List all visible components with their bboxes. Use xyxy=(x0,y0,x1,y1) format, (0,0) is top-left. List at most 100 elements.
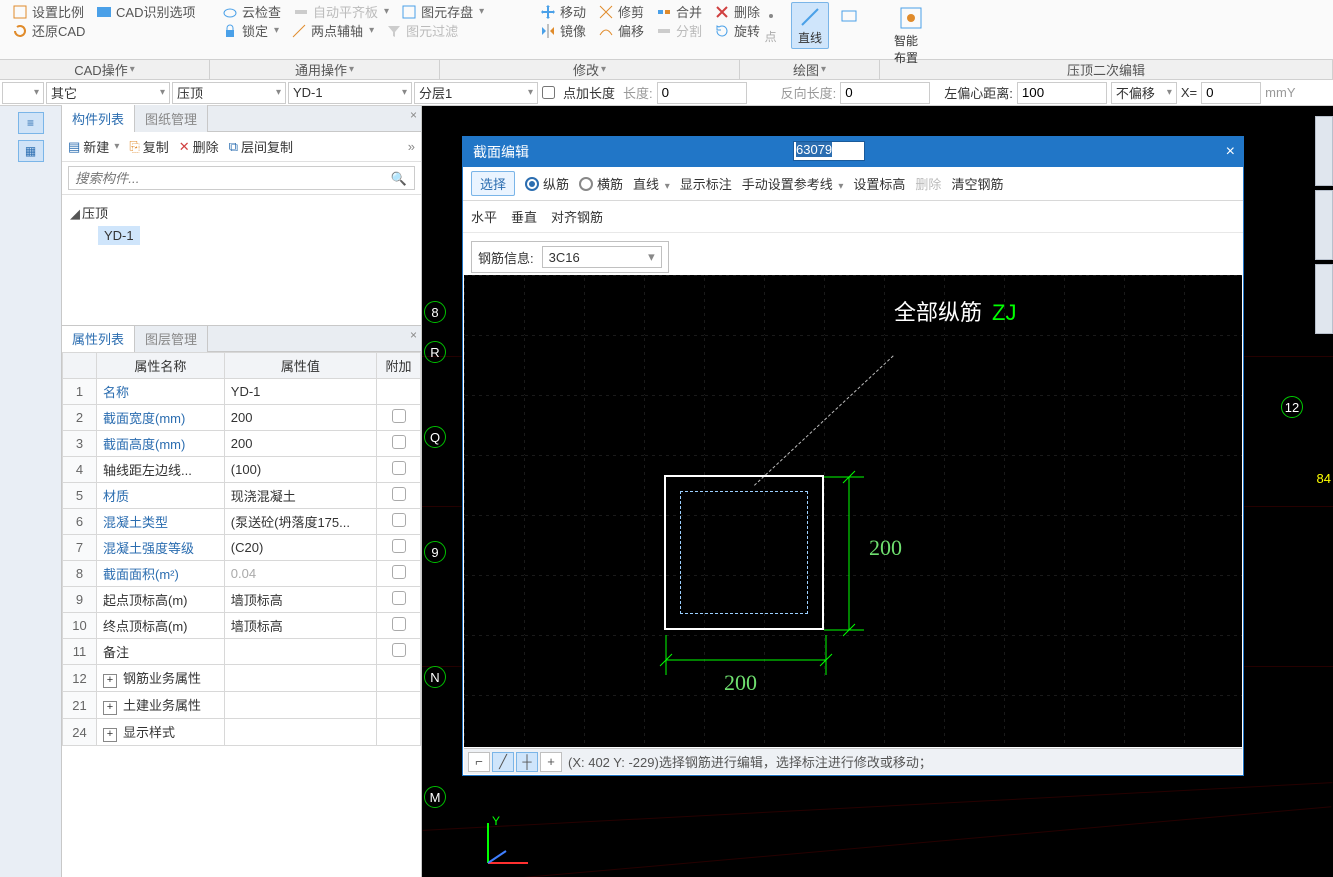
axis-marker-12: 12 xyxy=(1281,396,1303,418)
table-row[interactable]: 9起点顶标高(m)墙顶标高 xyxy=(63,587,421,613)
snap-btn-4[interactable]: + xyxy=(540,752,562,772)
tab-layer-mgmt[interactable]: 图层管理 xyxy=(135,325,208,352)
property-panel-header: 属性列表 图层管理 × xyxy=(62,326,421,352)
point-tool-button[interactable]: 点 xyxy=(752,2,789,49)
cad-options-button[interactable]: CAD识别选项 xyxy=(96,2,195,21)
param-dd-4[interactable]: YD-1 xyxy=(288,82,412,104)
section-canvas[interactable]: 全部纵筋ZJ 200 xyxy=(464,275,1242,747)
param-dd-5[interactable]: 分层1 xyxy=(414,82,538,104)
two-point-axis-button[interactable]: 两点辅轴▾ xyxy=(291,21,374,40)
more-button[interactable]: » xyxy=(408,139,415,154)
dialog-status-bar: ⌐ ╱ ┼ + (X: 402 Y: -229)选择钢筋进行编辑，选择标注进行修… xyxy=(464,748,1242,774)
dialog-titlebar[interactable]: 截面编辑 63079 × xyxy=(463,137,1243,167)
delete-component-button[interactable]: ✕删除 xyxy=(179,137,219,156)
set-scale-button[interactable]: 设置比例 xyxy=(12,2,84,21)
trim-button[interactable]: 修剪 xyxy=(598,2,644,21)
split-button: 分割 xyxy=(656,21,702,40)
tree-root[interactable]: 压顶 xyxy=(82,206,108,221)
x-input[interactable] xyxy=(1201,82,1261,104)
select-button[interactable]: 选择 xyxy=(471,171,515,196)
point-length-checkbox[interactable] xyxy=(542,86,555,99)
ref-line-button[interactable]: 手动设置参考线 ▾ xyxy=(742,174,844,193)
delete-rebar-button: 删除 xyxy=(915,174,941,193)
table-row[interactable]: 6混凝土类型(泵送砼(坍落度175... xyxy=(63,509,421,535)
longitudinal-radio[interactable]: 纵筋 xyxy=(525,174,569,193)
section-rectangle[interactable] xyxy=(664,475,824,630)
axis-marker-9: 9 xyxy=(424,541,446,563)
rotate-icon xyxy=(714,23,730,39)
dialog-close-button[interactable]: × xyxy=(1226,143,1235,161)
cloud-check-button[interactable]: 云检查 xyxy=(222,2,281,21)
snap-btn-1[interactable]: ⌐ xyxy=(468,752,490,772)
col-prop-name: 属性名称 xyxy=(97,353,225,379)
rebar-info-combo[interactable]: 3C16 xyxy=(542,246,662,268)
smart-layout-button[interactable]: 智能布置 xyxy=(892,2,930,68)
table-row[interactable]: 1名称YD-1 xyxy=(63,379,421,405)
table-row[interactable]: 21土建业务属性 xyxy=(63,692,421,719)
tab-property-list[interactable]: 属性列表 xyxy=(62,325,135,352)
component-tree[interactable]: ◢压顶 YD-1 xyxy=(62,195,421,325)
tab-component-list[interactable]: 构件列表 xyxy=(62,105,135,132)
param-dd-1[interactable] xyxy=(2,82,44,104)
snap-btn-3[interactable]: ┼ xyxy=(516,752,538,772)
line-dropdown[interactable]: 直线 ▾ xyxy=(633,174,670,193)
layer-copy-button[interactable]: ⧉层间复制 xyxy=(229,137,293,156)
table-row[interactable]: 2截面宽度(mm)200 xyxy=(63,405,421,431)
nav-icon-2[interactable]: ▦ xyxy=(18,140,44,162)
mirror-button[interactable]: 镜像 xyxy=(540,21,586,40)
align-rebar-button[interactable]: 对齐钢筋 xyxy=(551,207,603,226)
property-table: 属性名称 属性值 附加 1名称YD-12截面宽度(mm)2003截面高度(mm)… xyxy=(62,352,421,746)
axis-marker-N: N xyxy=(424,666,446,688)
offset-button[interactable]: 偏移 xyxy=(598,21,644,40)
width-dimension[interactable]: 200 xyxy=(724,670,757,696)
point-length-label: 点加长度 xyxy=(559,83,619,102)
axis-marker-Q: Q xyxy=(424,426,446,448)
param-dd-2[interactable]: 其它 xyxy=(46,82,170,104)
line-tool-button[interactable]: 直线 xyxy=(791,2,828,49)
set-elevation-button[interactable]: 设置标高 xyxy=(853,174,905,193)
tree-item-yd1[interactable]: YD-1 xyxy=(98,226,140,245)
search-input[interactable] xyxy=(68,166,415,190)
ribbon: 设置比例 CAD识别选项 还原CAD 云检查 自动平齐板▾ 图元存盘▾ 锁定▾ … xyxy=(0,0,1333,60)
shift-dropdown[interactable]: 不偏移 xyxy=(1111,82,1177,104)
nav-icon-1[interactable]: ≡ xyxy=(18,112,44,134)
horizontal-radio[interactable]: 水平 xyxy=(471,207,497,226)
param-dd-3[interactable]: 压顶 xyxy=(172,82,286,104)
component-panel-close[interactable]: × xyxy=(410,108,417,122)
copy-component-button[interactable]: ⎘复制 xyxy=(129,137,168,156)
tab-drawing-mgmt[interactable]: 图纸管理 xyxy=(135,105,208,132)
clear-rebar-button[interactable]: 清空钢筋 xyxy=(951,174,1003,193)
new-component-button[interactable]: ▤新建 ▾ xyxy=(68,137,119,156)
length-input[interactable] xyxy=(657,82,747,104)
rebar-info-field: 钢筋信息: 3C16 xyxy=(471,241,669,273)
transverse-radio[interactable]: 横筋 xyxy=(579,174,623,193)
height-dimension[interactable]: 200 xyxy=(869,535,902,561)
delete-icon xyxy=(714,4,730,20)
lock-button[interactable]: 锁定▾ xyxy=(222,21,279,40)
svg-text:Y: Y xyxy=(492,814,500,828)
restore-cad-button[interactable]: 还原CAD xyxy=(12,21,85,40)
reverse-length-input[interactable] xyxy=(840,82,930,104)
table-row[interactable]: 10终点顶标高(m)墙顶标高 xyxy=(63,613,421,639)
move-button[interactable]: 移动 xyxy=(540,2,586,21)
dialog-title-input[interactable]: 63079 xyxy=(793,141,865,161)
col-attach: 附加 xyxy=(377,353,421,379)
table-row[interactable]: 12钢筋业务属性 xyxy=(63,665,421,692)
merge-button[interactable]: 合并 xyxy=(656,2,702,21)
left-offset-input[interactable] xyxy=(1017,82,1107,104)
property-panel-close[interactable]: × xyxy=(410,328,417,342)
show-dim-button[interactable]: 显示标注 xyxy=(680,174,732,193)
table-row[interactable]: 8截面面积(m²)0.04 xyxy=(63,561,421,587)
model-canvas[interactable]: 8 R Q 9 N M 12 84 Y 截面编辑 63079 × xyxy=(422,106,1333,877)
snap-btn-2[interactable]: ╱ xyxy=(492,752,514,772)
table-row[interactable]: 4轴线距左边线...(100) xyxy=(63,457,421,483)
table-row[interactable]: 7混凝土强度等级(C20) xyxy=(63,535,421,561)
table-row[interactable]: 11备注 xyxy=(63,639,421,665)
vertical-radio[interactable]: 垂直 xyxy=(511,207,537,226)
rect-tool-button[interactable] xyxy=(831,2,868,49)
right-side-tabs[interactable] xyxy=(1315,116,1333,334)
table-row[interactable]: 24显示样式 xyxy=(63,719,421,746)
table-row[interactable]: 3截面高度(mm)200 xyxy=(63,431,421,457)
dialog-title: 截面编辑 xyxy=(473,142,529,162)
table-row[interactable]: 5材质现浇混凝土 xyxy=(63,483,421,509)
